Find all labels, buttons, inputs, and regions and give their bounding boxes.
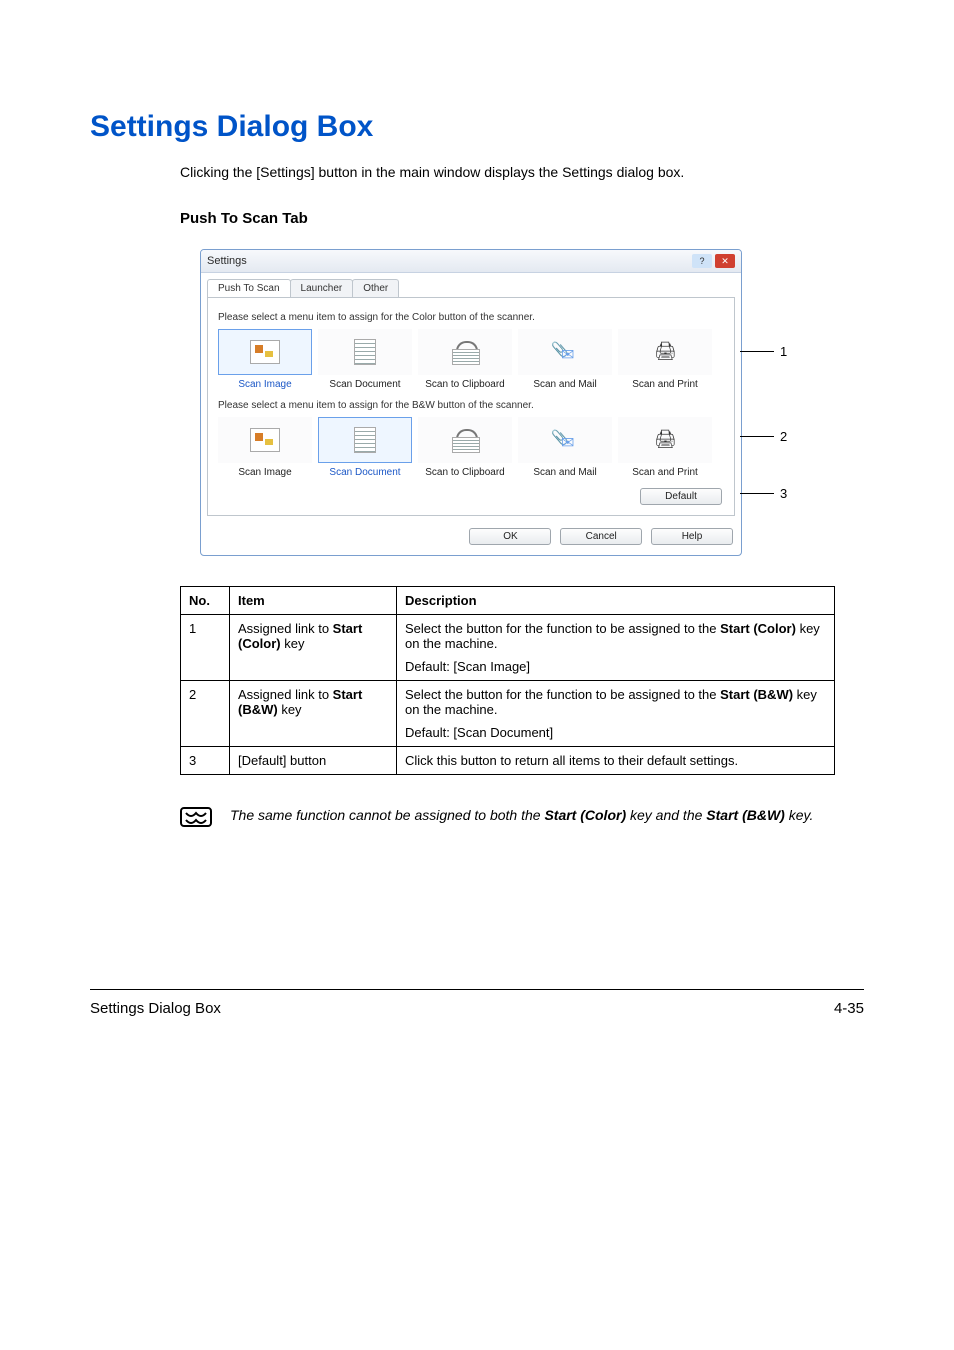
bw-option-label: Scan Image (218, 467, 312, 478)
prompt-bw: Please select a menu item to assign for … (218, 400, 726, 411)
tab-pane: Please select a menu item to assign for … (207, 297, 735, 516)
footer-right: 4-35 (834, 1000, 864, 1017)
bw-option-scan-clipboard[interactable]: Scan to Clipboard (418, 417, 512, 478)
bw-option-label: Scan Document (318, 467, 412, 478)
bw-option-label: Scan and Mail (518, 467, 612, 478)
table-head-desc: Description (397, 587, 835, 615)
scan-mail-icon (551, 429, 579, 451)
cell-no: 2 (181, 681, 230, 747)
footer-left: Settings Dialog Box (90, 1000, 221, 1017)
color-option-label: Scan to Clipboard (418, 379, 512, 390)
color-option-scan-mail[interactable]: Scan and Mail (518, 329, 612, 390)
scan-image-icon (250, 340, 280, 364)
text: Default: [Scan Document] (405, 725, 553, 740)
table-head-no: No. (181, 587, 230, 615)
note-text: The same function cannot be assigned to … (230, 805, 813, 825)
window-help-button[interactable]: ? (692, 254, 712, 268)
window-close-button[interactable]: ✕ (715, 254, 735, 268)
text: Assigned link to (238, 687, 333, 702)
text: key (278, 702, 302, 717)
page-footer: Settings Dialog Box 4-35 (90, 989, 864, 1017)
section-subhead: Push To Scan Tab (180, 210, 864, 227)
tab-other[interactable]: Other (352, 279, 399, 297)
note: The same function cannot be assigned to … (180, 805, 864, 829)
scan-print-icon (652, 341, 678, 363)
callout-3: 3 (780, 486, 787, 501)
color-option-label: Scan and Print (618, 379, 712, 390)
bw-option-label: Scan to Clipboard (418, 467, 512, 478)
description-table: No. Item Description 1 Assigned link to … (180, 586, 835, 775)
text-bold: Start (Color) (544, 807, 626, 823)
table-head-item: Item (230, 587, 397, 615)
cell-desc: Select the button for the function to be… (397, 681, 835, 747)
text: The same function cannot be assigned to … (230, 807, 544, 823)
text: Select the button for the function to be… (405, 687, 720, 702)
color-option-row: Scan Image Scan Document Scan to Clipboa… (218, 329, 724, 390)
intro-paragraph: Clicking the [Settings] button in the ma… (180, 162, 864, 182)
note-icon (180, 805, 216, 829)
text: Select the button for the function to be… (405, 621, 720, 636)
color-option-scan-image[interactable]: Scan Image (218, 329, 312, 390)
bw-option-row: Scan Image Scan Document Scan to Clipboa… (218, 417, 724, 478)
text: key and the (626, 807, 706, 823)
default-button[interactable]: Default (640, 488, 722, 505)
text: Assigned link to (238, 621, 333, 636)
bw-option-scan-print[interactable]: Scan and Print (618, 417, 712, 478)
bw-option-scan-image[interactable]: Scan Image (218, 417, 312, 478)
help-button[interactable]: Help (651, 528, 733, 545)
color-option-label: Scan and Mail (518, 379, 612, 390)
bw-option-label: Scan and Print (618, 467, 712, 478)
dialog-titlebar: Settings ? ✕ (201, 250, 741, 273)
cell-item: [Default] button (230, 747, 397, 775)
page-heading: Settings Dialog Box (90, 110, 864, 144)
scan-image-icon (250, 428, 280, 452)
scan-print-icon (652, 429, 678, 451)
text-bold: Start (B&W) (720, 687, 793, 702)
settings-dialog: Settings ? ✕ Push To Scan Launcher Other… (200, 249, 742, 556)
tab-push-to-scan[interactable]: Push To Scan (207, 279, 291, 297)
scan-mail-icon (551, 341, 579, 363)
scan-clipboard-icon (452, 429, 478, 451)
tab-row: Push To Scan Launcher Other (201, 273, 741, 297)
cancel-button[interactable]: Cancel (560, 528, 642, 545)
color-option-label: Scan Document (318, 379, 412, 390)
prompt-color: Please select a menu item to assign for … (218, 312, 726, 323)
cell-desc: Select the button for the function to be… (397, 615, 835, 681)
text-bold: Start (B&W) (706, 807, 785, 823)
ok-button[interactable]: OK (469, 528, 551, 545)
table-row: 2 Assigned link to Start (B&W) key Selec… (181, 681, 835, 747)
color-option-scan-clipboard[interactable]: Scan to Clipboard (418, 329, 512, 390)
table-row: 1 Assigned link to Start (Color) key Sel… (181, 615, 835, 681)
dialog-title: Settings (207, 255, 247, 267)
callout-1: 1 (780, 344, 787, 359)
callout-2: 2 (780, 429, 787, 444)
scan-document-icon (354, 339, 376, 365)
cell-item: Assigned link to Start (B&W) key (230, 681, 397, 747)
text: key. (785, 807, 814, 823)
bw-option-scan-mail[interactable]: Scan and Mail (518, 417, 612, 478)
cell-no: 1 (181, 615, 230, 681)
tab-launcher[interactable]: Launcher (290, 279, 354, 297)
text-bold: Start (Color) (720, 621, 796, 636)
cell-desc: Click this button to return all items to… (397, 747, 835, 775)
color-option-label: Scan Image (218, 379, 312, 390)
cell-item: Assigned link to Start (Color) key (230, 615, 397, 681)
text: key (281, 636, 305, 651)
color-option-scan-print[interactable]: Scan and Print (618, 329, 712, 390)
color-option-scan-document[interactable]: Scan Document (318, 329, 412, 390)
table-row: 3 [Default] button Click this button to … (181, 747, 835, 775)
cell-no: 3 (181, 747, 230, 775)
scan-clipboard-icon (452, 341, 478, 363)
scan-document-icon (354, 427, 376, 453)
bw-option-scan-document[interactable]: Scan Document (318, 417, 412, 478)
text: Default: [Scan Image] (405, 659, 530, 674)
